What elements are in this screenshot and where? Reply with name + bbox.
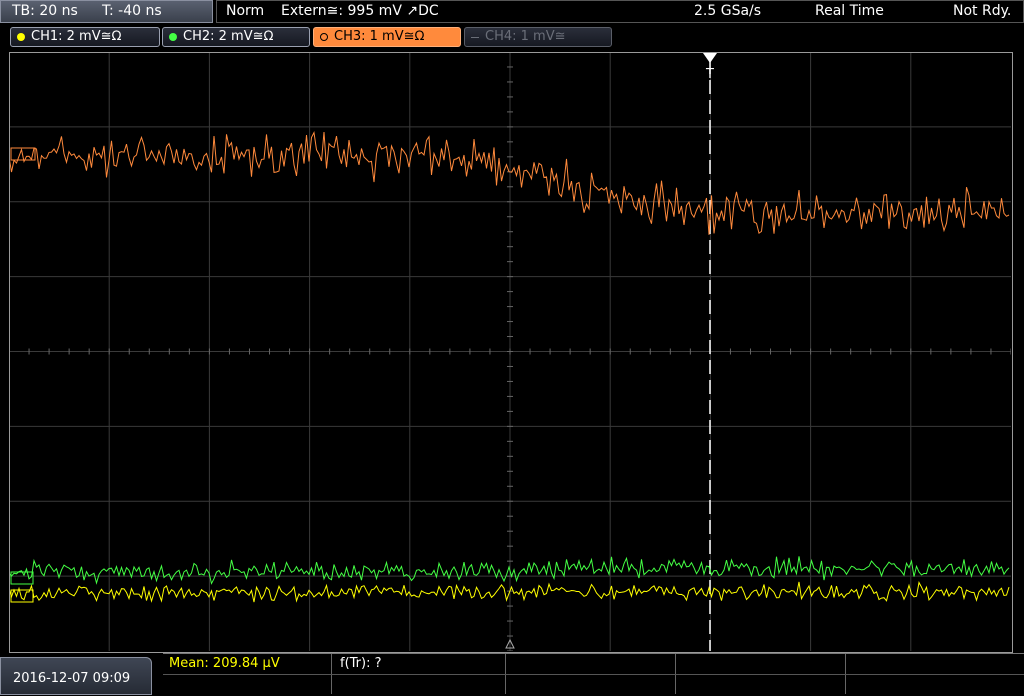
channel-4-label: CH4: 1 mV≅: [485, 29, 566, 44]
datetime-panel[interactable]: 2016-12-07 09:09: [0, 657, 152, 695]
channel-1-button[interactable]: CH1: 2 mV≅Ω: [10, 27, 160, 47]
acquisition-status-readout: Not Rdy.: [953, 3, 1012, 19]
datetime-readout: 2016-12-07 09:09: [13, 671, 131, 686]
channel-2-indicator-icon: [169, 33, 177, 41]
sample-rate-readout: 2.5 GSa/s: [694, 3, 762, 19]
timebase-readout: TB: 20 ns: [12, 3, 78, 19]
measurement-divider: [163, 674, 1024, 675]
trigger-mode-readout: Norm: [226, 3, 265, 19]
waveform-display[interactable]: T: [9, 52, 1011, 651]
channel-1-label: CH1: 2 mV≅Ω: [31, 29, 122, 44]
status-bar: TB: 20 ns T: -40 ns Norm Extern≅: 995 mV…: [0, 0, 1024, 24]
measurement-mean-readout: Mean: 209.84 µV: [169, 656, 280, 671]
channel-4-button[interactable]: CH4: 1 mV≅: [464, 27, 612, 47]
channel-bar: CH1: 2 mV≅Ω CH2: 2 mV≅Ω CH3: 1 mV≅Ω CH4:…: [0, 24, 1024, 48]
channel-3-trace: [9, 130, 1010, 235]
channel-1-indicator-icon: [17, 33, 25, 41]
channel-4-indicator-icon: [471, 37, 479, 38]
acquisition-mode-readout: Real Time: [815, 3, 884, 19]
channel-1-trace: [9, 581, 1010, 603]
channel-3-label: CH3: 1 mV≅Ω: [334, 29, 425, 44]
channel-2-button[interactable]: CH2: 2 mV≅Ω: [162, 27, 310, 47]
channel-2-label: CH2: 2 mV≅Ω: [183, 29, 274, 44]
trigger-position-icon[interactable]: [703, 53, 717, 63]
channel-3-indicator-icon: [320, 33, 328, 41]
measurement-ftr-readout: f(Tr): ?: [340, 656, 382, 671]
measurement-panel: Mean: 209.84 µV f(Tr): ?: [163, 653, 1024, 696]
trigger-offset-readout: T: -40 ns: [102, 3, 162, 19]
trigger-marker-label: T: [705, 67, 714, 82]
channel-2-trace: [9, 556, 1010, 585]
bottom-bar: 2016-12-07 09:09 Mean: 209.84 µV f(Tr): …: [0, 653, 1024, 695]
trigger-source-readout: Extern≅: 995 mV ↗DC: [281, 3, 439, 19]
channel-3-button[interactable]: CH3: 1 mV≅Ω: [313, 27, 461, 47]
